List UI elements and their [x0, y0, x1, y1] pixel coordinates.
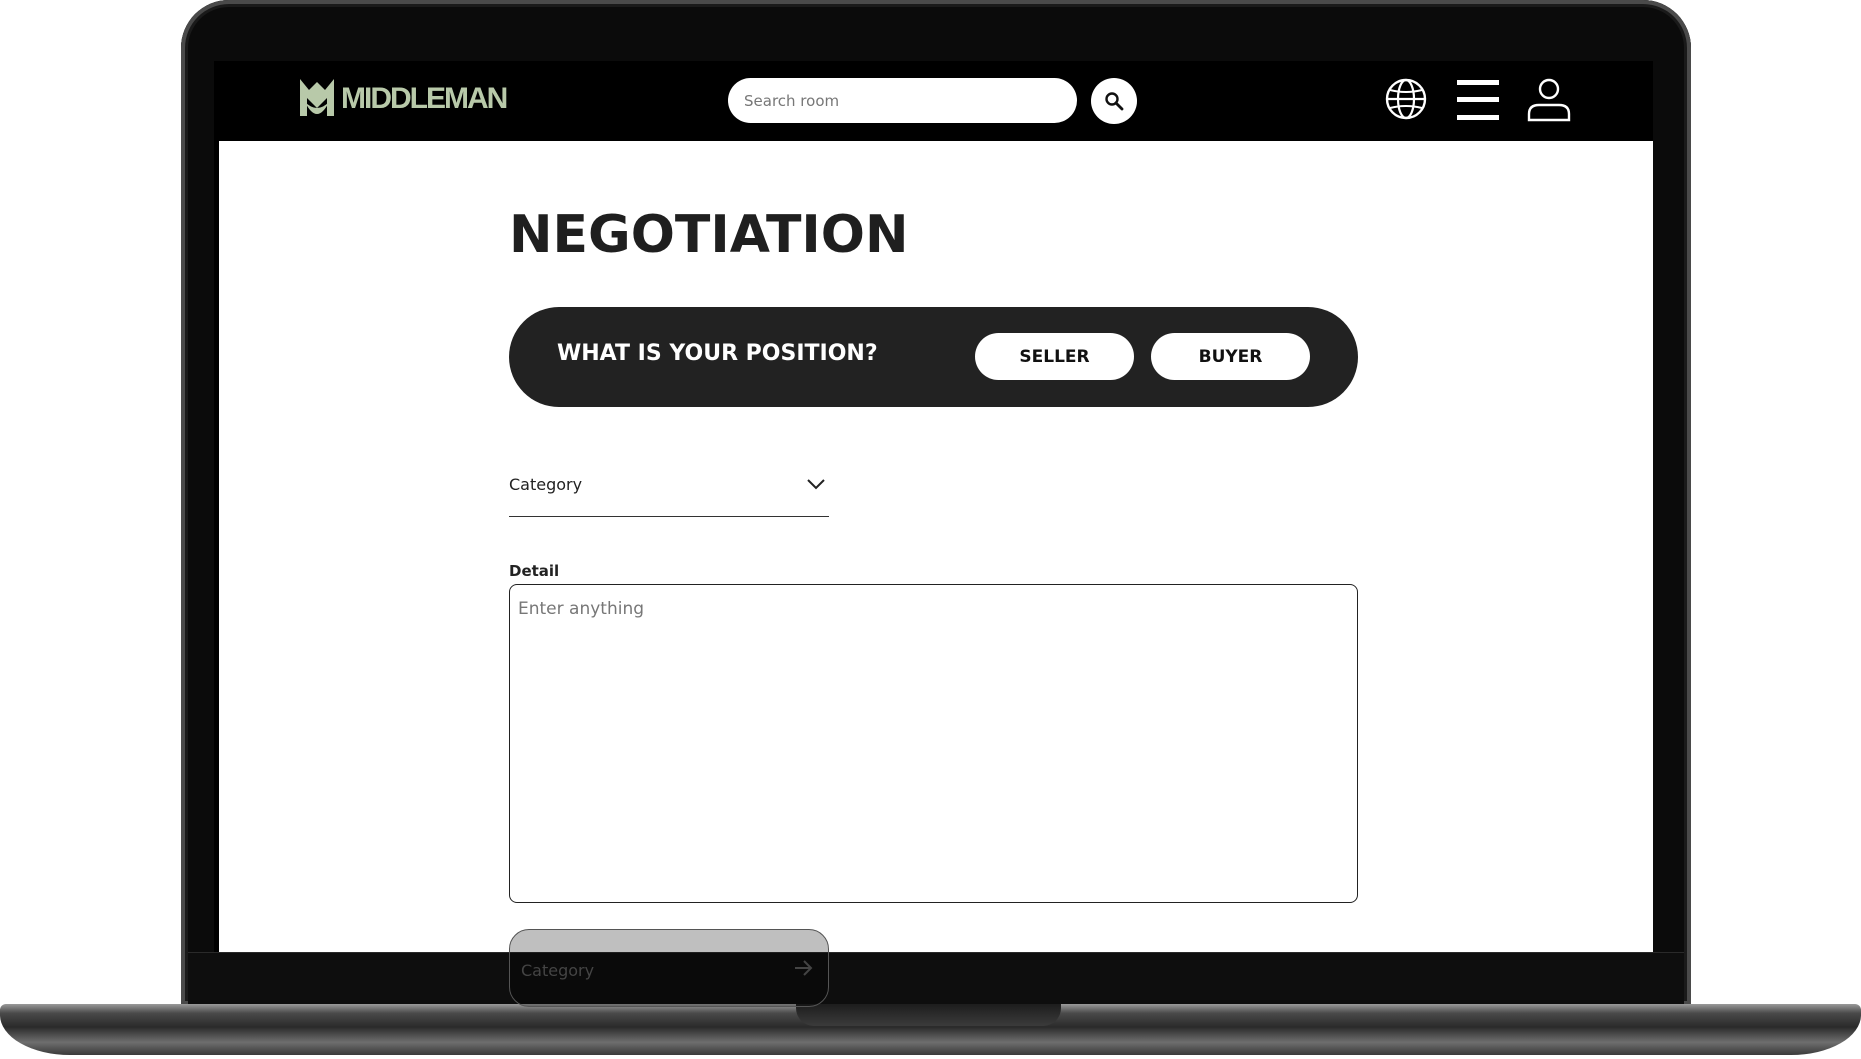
language-button[interactable]: [1384, 77, 1428, 125]
search-button[interactable]: [1091, 78, 1137, 124]
navbar: MIDDLEMAN: [214, 61, 1653, 141]
category-next-label: Category: [521, 961, 595, 980]
seller-button[interactable]: SELLER: [975, 333, 1134, 380]
menu-icon: [1457, 80, 1499, 120]
menu-button[interactable]: [1457, 79, 1499, 125]
position-question: WHAT IS YOUR POSITION?: [557, 341, 878, 366]
buyer-button[interactable]: BUYER: [1151, 333, 1310, 380]
user-icon: [1527, 78, 1571, 122]
profile-button[interactable]: [1527, 78, 1571, 126]
laptop-bezel-bottom: [188, 952, 1684, 1006]
detail-textarea[interactable]: [509, 584, 1358, 903]
page-title: NEGOTIATION: [509, 205, 909, 265]
globe-icon: [1385, 78, 1427, 120]
brand-name: MIDDLEMAN: [341, 82, 508, 115]
brand-logo[interactable]: MIDDLEMAN: [297, 76, 508, 122]
category-dropdown[interactable]: Category: [509, 471, 829, 517]
chevron-down-icon: [807, 479, 825, 490]
laptop-notch: [796, 1004, 1061, 1026]
search-input[interactable]: [728, 78, 1077, 123]
position-selector: WHAT IS YOUR POSITION? SELLER BUYER: [509, 307, 1358, 407]
logo-icon: [300, 79, 334, 116]
detail-label: Detail: [509, 562, 560, 580]
arrow-right-icon: [795, 960, 813, 976]
category-next-button[interactable]: Category: [509, 929, 829, 1007]
search-icon: [1105, 92, 1124, 111]
main-content: NEGOTIATION WHAT IS YOUR POSITION? SELLE…: [219, 141, 1653, 952]
category-dropdown-label: Category: [509, 475, 583, 494]
laptop-screen: MIDDLEMAN Search room NEGOTIATION WHAT I…: [214, 61, 1653, 952]
